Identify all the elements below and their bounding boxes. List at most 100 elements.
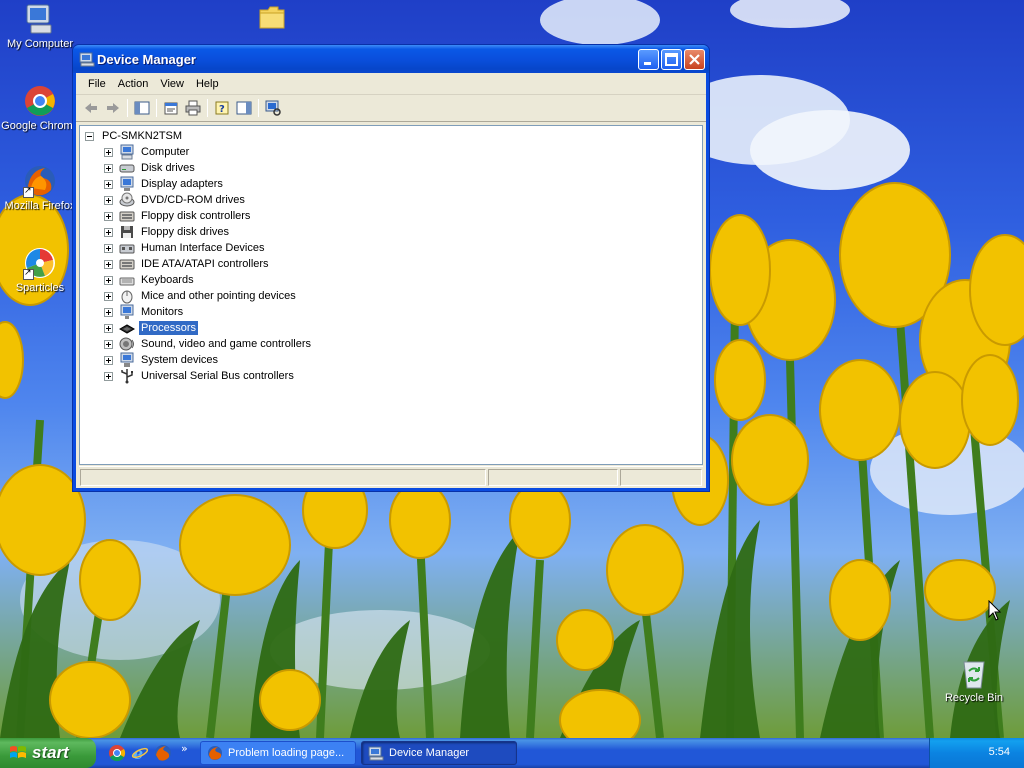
tree-root-label: PC-SMKN2TSM bbox=[102, 130, 183, 142]
expand-toggle[interactable] bbox=[104, 243, 113, 253]
tree-item[interactable]: IDE ATA/ATAPI controllers bbox=[104, 256, 271, 272]
minimize-button[interactable] bbox=[638, 49, 659, 70]
device-manager-icon bbox=[79, 51, 95, 70]
expand-toggle[interactable] bbox=[104, 211, 113, 221]
expand-toggle[interactable] bbox=[104, 275, 113, 285]
expand-toggle[interactable] bbox=[104, 195, 113, 205]
taskbar: start e » Problem loading page... Device… bbox=[0, 738, 1024, 768]
sound-icon bbox=[119, 337, 134, 351]
computer-icon bbox=[120, 144, 134, 160]
shortcut-arrow-icon bbox=[23, 267, 34, 280]
tree-root[interactable]: PC-SMKN2TSM bbox=[85, 128, 184, 144]
ie-icon: e bbox=[131, 744, 149, 763]
minimize-icon bbox=[644, 62, 651, 65]
clock[interactable]: 5:54 bbox=[989, 746, 1010, 758]
expand-toggle[interactable] bbox=[104, 307, 113, 317]
task-device-manager[interactable]: Device Manager bbox=[361, 741, 517, 765]
print-button[interactable] bbox=[182, 97, 204, 119]
tree-item-label: Disk drives bbox=[141, 162, 195, 174]
expand-toggle[interactable] bbox=[104, 323, 113, 333]
quick-launch-chrome[interactable] bbox=[108, 744, 126, 762]
tree-item[interactable]: Processors bbox=[104, 320, 199, 336]
tree-item[interactable]: Floppy disk controllers bbox=[104, 208, 252, 224]
desktop-icon-mozilla-firefox[interactable]: Mozilla Firefox bbox=[0, 164, 80, 212]
monitor-icon bbox=[120, 304, 134, 319]
tree-item[interactable]: Monitors bbox=[104, 304, 185, 320]
desktop-icon-recycle-bin[interactable]: Recycle Bin bbox=[934, 656, 1014, 704]
tree-item[interactable]: Display adapters bbox=[104, 176, 225, 192]
device-tree[interactable]: PC-SMKN2TSM Computer Disk drives Display ad… bbox=[79, 125, 703, 465]
back-button[interactable] bbox=[80, 97, 102, 119]
status-pane bbox=[620, 469, 702, 486]
device-manager-icon bbox=[368, 746, 384, 761]
shortcut-arrow-icon bbox=[23, 185, 34, 198]
my-computer-icon bbox=[23, 2, 57, 36]
desktop-icon-my-computer[interactable]: My Computer bbox=[0, 2, 80, 50]
menu-file[interactable]: File bbox=[82, 76, 112, 92]
collapse-toggle[interactable] bbox=[85, 131, 94, 141]
expand-toggle[interactable] bbox=[104, 259, 113, 269]
action-pane-button[interactable] bbox=[233, 97, 255, 119]
tree-item[interactable]: Universal Serial Bus controllers bbox=[104, 368, 296, 384]
tree-item-label: Display adapters bbox=[141, 178, 223, 190]
mouse-cursor-icon bbox=[988, 600, 1002, 621]
expand-toggle[interactable] bbox=[104, 227, 113, 237]
tree-item[interactable]: Sound, video and game controllers bbox=[104, 336, 313, 352]
tree-item[interactable]: Computer bbox=[104, 144, 191, 160]
tree-item[interactable]: Disk drives bbox=[104, 160, 197, 176]
toolbar: ? bbox=[76, 95, 706, 122]
expand-toggle[interactable] bbox=[104, 147, 113, 157]
menu-view[interactable]: View bbox=[154, 76, 190, 92]
desktop-folder[interactable] bbox=[258, 4, 286, 33]
maximize-button[interactable] bbox=[661, 49, 682, 70]
task-label: Device Manager bbox=[389, 747, 470, 759]
menu-action[interactable]: Action bbox=[112, 76, 155, 92]
scan-hardware-button[interactable] bbox=[262, 97, 284, 119]
close-icon bbox=[689, 54, 700, 65]
quick-launch-ie[interactable]: e bbox=[131, 744, 149, 763]
cdrom-icon bbox=[119, 192, 135, 207]
task-firefox[interactable]: Problem loading page... bbox=[200, 741, 356, 765]
tree-item[interactable]: Keyboards bbox=[104, 272, 196, 288]
device-manager-window[interactable]: Device Manager File Action View Help ? P… bbox=[72, 44, 710, 492]
status-pane bbox=[488, 469, 618, 486]
quick-launch-firefox[interactable] bbox=[154, 744, 172, 762]
status-bar bbox=[79, 466, 703, 488]
tree-item-label: Sound, video and game controllers bbox=[141, 338, 311, 350]
expand-toggle[interactable] bbox=[104, 291, 113, 301]
title-bar[interactable]: Device Manager bbox=[73, 45, 709, 73]
start-button[interactable]: start bbox=[0, 738, 96, 768]
expand-toggle[interactable] bbox=[104, 355, 113, 365]
tree-item[interactable]: Floppy disk drives bbox=[104, 224, 231, 240]
tree-item[interactable]: DVD/CD-ROM drives bbox=[104, 192, 247, 208]
tree-item[interactable]: System devices bbox=[104, 352, 220, 368]
tree-item-label: Floppy disk drives bbox=[141, 226, 230, 238]
tree-item[interactable]: Mice and other pointing devices bbox=[104, 288, 298, 304]
keyboard-icon bbox=[119, 277, 135, 286]
properties-icon bbox=[164, 102, 178, 115]
show-hide-tree-button[interactable] bbox=[131, 97, 153, 119]
tree-item-label: IDE ATA/ATAPI controllers bbox=[141, 258, 269, 270]
expand-toggle[interactable] bbox=[104, 339, 113, 349]
expand-toggle[interactable] bbox=[104, 371, 113, 381]
desktop-icon-sparticles[interactable]: Sparticles bbox=[0, 246, 80, 294]
processor-icon bbox=[119, 324, 135, 334]
sparticles-icon bbox=[23, 246, 57, 280]
expand-toggle[interactable] bbox=[104, 163, 113, 173]
svg-text:?: ? bbox=[219, 104, 225, 115]
desktop-icon-label: Google Chrome bbox=[1, 120, 79, 132]
firefox-icon bbox=[23, 164, 57, 198]
tree-item-label: Mice and other pointing devices bbox=[141, 290, 296, 302]
expand-toggle[interactable] bbox=[104, 179, 113, 189]
disk-drive-icon bbox=[119, 164, 135, 173]
tree-item[interactable]: Human Interface Devices bbox=[104, 240, 267, 256]
chrome-icon bbox=[23, 84, 57, 118]
tree-item-label: Computer bbox=[141, 146, 190, 158]
help-button[interactable]: ? bbox=[211, 97, 233, 119]
desktop-icon-google-chrome[interactable]: Google Chrome bbox=[0, 84, 80, 132]
menu-help[interactable]: Help bbox=[190, 76, 225, 92]
properties-button[interactable] bbox=[160, 97, 182, 119]
close-button[interactable] bbox=[684, 49, 705, 70]
forward-button[interactable] bbox=[102, 97, 124, 119]
quick-launch-overflow[interactable]: » bbox=[181, 742, 188, 755]
